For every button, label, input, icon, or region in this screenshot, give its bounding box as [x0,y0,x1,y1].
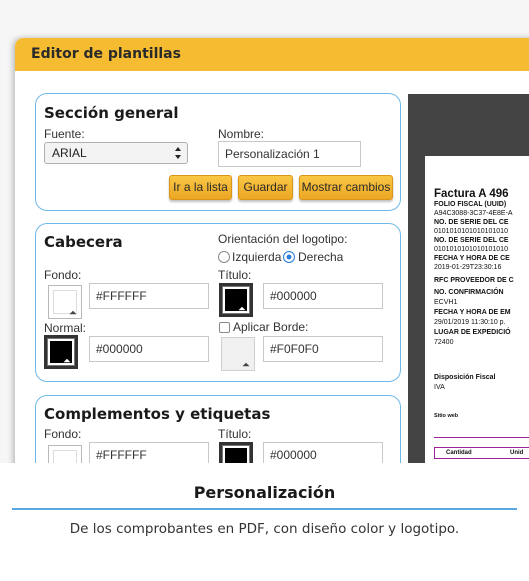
select-arrows-icon [175,147,181,159]
preview-line: 29/01/2019 11:30:10 p. [434,319,506,326]
preview-line: 0101010101010101010 [434,228,508,235]
preview-line: NO. DE SERIE DEL CE [434,219,509,226]
header-normal-color-swatch[interactable] [44,335,78,369]
preview-line: 0101010101010101010 [434,246,508,253]
window-title: Editor de plantillas [31,46,181,62]
invoice-preview-page: Factura A 496 FOLIO FISCAL (UUID) A94C30… [425,156,529,463]
header-title-color-input[interactable]: #000000 [263,283,383,309]
header-bg-color-swatch[interactable] [48,285,82,319]
radio-left[interactable] [218,251,230,263]
header-normal-color-input[interactable]: #000000 [89,336,209,362]
border-color-swatch[interactable] [221,337,255,371]
general-section: Sección general Fuente: ARIAL Nombre: Pe… [35,93,401,211]
header-normal-label: Normal: [44,321,87,335]
show-changes-button[interactable]: Mostrar cambios [299,175,393,200]
preview-line: RFC PROVEEDOR DE C [434,277,514,284]
invoice-heading: Factura A 496 [434,188,509,200]
swatch-corner-icon [242,362,250,367]
caption-title: Personalización [193,483,336,502]
header-section-title: Cabecera [44,233,123,251]
name-label: Nombre: [218,127,265,141]
header-section: Cabecera Orientación del logotipo: Izqui… [35,223,401,382]
swatch-corner-icon [69,310,77,315]
feature-caption: Personalización De los comprobantes en P… [0,463,529,581]
template-editor-window: Editor de plantillas Sección general Fue… [15,38,529,463]
title-bar: Editor de plantillas [15,38,529,71]
go-to-list-button[interactable]: Ir a la lista [169,175,232,200]
logo-orientation-label: Orientación del logotipo: [218,232,348,246]
complements-title-color-swatch[interactable] [219,442,253,463]
preview-line: NO. CONFIRMACIÓN [434,289,504,296]
border-color-input[interactable]: #F0F0F0 [263,336,383,362]
radio-right[interactable] [283,251,295,263]
font-select-value: ARIAL [52,146,87,160]
swatch-corner-icon [238,306,246,311]
header-bg-label: Fondo: [44,268,82,282]
table-header-qty: Cantidad [446,450,472,456]
apply-border-checkbox[interactable] [219,322,230,333]
preview-line: A94C3088-3C37-4E8E-A [434,210,513,217]
complements-bg-label: Fondo: [44,427,82,441]
radio-left-label: Izquierda [232,250,282,264]
font-select[interactable]: ARIAL [44,142,188,164]
editor-screenshot: Editor de plantillas Sección general Fue… [0,0,529,463]
complements-title-label: Título: [218,427,252,441]
font-label: Fuente: [44,127,85,141]
complements-title-color-input[interactable]: #000000 [263,442,383,463]
preview-line: FOLIO FISCAL (UUID) [434,201,507,208]
radio-right-label: Derecha [298,250,344,264]
website-label: Sitio web [434,413,459,419]
header-title-color-swatch[interactable] [219,283,253,317]
preview-line: FECHA Y HORA DE EM [434,309,511,316]
preview-line: 2019-01-29T23:30:16 [434,264,502,271]
table-header-unit: Unid [510,450,524,456]
header-title-label: Título: [218,268,252,282]
complements-section: Complementos y etiquetas Fondo: #FFFFFF … [35,395,401,463]
preview-line: LUGAR DE EXPEDICIÓ [434,329,511,336]
items-table-preview: Cantidad Unid [434,437,529,463]
caption-text: De los comprobantes en PDF, con diseño c… [69,521,460,537]
general-section-title: Sección general [44,104,179,122]
save-button[interactable]: Guardar [238,175,293,200]
fiscal-disposition-label: Disposición Fiscal [434,374,496,381]
preview-line: 72400 [434,339,454,346]
preview-line: ECVH1 [434,299,458,306]
name-input[interactable]: Personalización 1 [218,141,361,167]
header-bg-color-input[interactable]: #FFFFFF [89,283,209,309]
apply-border-label: Aplicar Borde: [233,320,309,334]
pdf-preview-pane: Factura A 496 FOLIO FISCAL (UUID) A94C30… [408,94,529,463]
complements-bg-color-input[interactable]: #FFFFFF [89,442,209,463]
fiscal-disposition-value: IVA [434,384,445,391]
preview-line: FECHA Y HORA DE CE [434,255,510,262]
swatch-corner-icon [63,358,71,363]
complements-section-title: Complementos y etiquetas [44,405,271,423]
complements-bg-color-swatch[interactable] [48,445,82,463]
caption-divider [12,508,517,510]
preview-line: NO. DE SERIE DEL CE [434,237,509,244]
